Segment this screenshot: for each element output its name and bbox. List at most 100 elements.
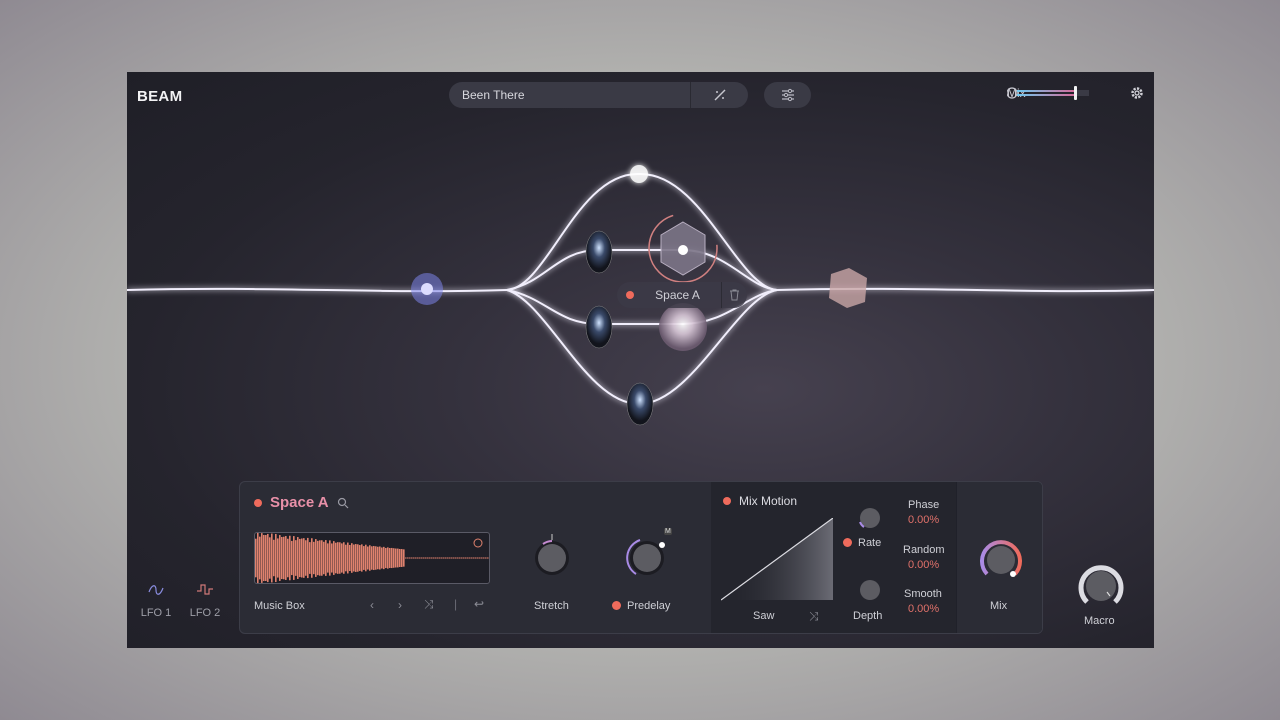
preset-name[interactable]: Been There <box>449 88 690 102</box>
saw-shape-display[interactable] <box>721 518 833 602</box>
lens-node-1[interactable] <box>585 230 613 274</box>
rate-label: Rate <box>858 537 882 549</box>
waveform-bar <box>435 557 437 559</box>
motion-mix-knob[interactable] <box>977 536 1025 584</box>
waveform-bar <box>267 533 269 583</box>
waveform-bar <box>377 546 379 570</box>
phase-value[interactable]: 0.00% <box>908 514 939 526</box>
waveform-bar <box>487 557 489 559</box>
predelay-sync-dot[interactable] <box>612 601 621 610</box>
lfo-1-label: LFO 1 <box>140 607 172 619</box>
modulation-badge[interactable]: M <box>664 528 672 535</box>
waveform-bar <box>481 557 483 559</box>
prev-sample-button[interactable]: ‹ <box>370 598 374 612</box>
shape-shuffle-icon[interactable]: ⤨ <box>809 609 819 624</box>
smooth-value[interactable]: 0.00% <box>908 603 939 615</box>
module-title: Space A <box>270 494 329 511</box>
module-panel: Space A Music Box ‹ › ⤨ | ↩ Stretch M Pr… <box>239 481 1043 634</box>
waveform-bar <box>329 540 331 576</box>
waveform-bar <box>275 533 277 583</box>
waveform-bar <box>265 535 267 581</box>
node-enabled-dot[interactable] <box>626 291 634 299</box>
rate-knob[interactable] <box>856 506 882 532</box>
waveform-bar <box>259 536 261 580</box>
input-particles-node[interactable] <box>411 273 443 305</box>
shape-label[interactable]: Saw <box>753 610 774 622</box>
sine-wave-icon <box>148 585 164 595</box>
waveform-bar <box>387 547 389 569</box>
waveform-bar <box>281 536 283 580</box>
waveform-bar <box>443 557 445 559</box>
random-value[interactable]: 0.00% <box>908 559 939 571</box>
waveform-bar <box>391 547 393 569</box>
waveform-bar <box>261 533 263 583</box>
waveform-bar <box>405 557 407 559</box>
global-mix: Mix <box>1007 86 1089 100</box>
waveform-bar <box>401 549 403 567</box>
next-sample-button[interactable]: › <box>398 598 402 612</box>
hexagon-space-a-node[interactable] <box>648 213 718 283</box>
depth-label: Depth <box>853 610 883 622</box>
lens-node-2[interactable] <box>585 305 613 349</box>
waveform-bar <box>441 557 443 559</box>
waveform-bar <box>341 543 343 573</box>
waveform-bar <box>389 548 391 568</box>
motion-enabled-dot[interactable] <box>723 497 731 505</box>
depth-knob[interactable] <box>858 578 882 602</box>
predelay-knob[interactable] <box>623 534 673 578</box>
undo-icon[interactable]: ↩ <box>474 597 484 611</box>
waveform-bar <box>437 557 439 559</box>
waveform-bar <box>381 547 383 569</box>
motion-mix-section: Mix <box>956 482 1042 633</box>
waveform-bar <box>343 542 345 574</box>
rate-sync-dot[interactable] <box>843 538 852 547</box>
app-logo: BEAM <box>137 88 183 105</box>
module-header: Space A <box>254 494 349 511</box>
lfo-1-button[interactable]: LFO 1 <box>136 582 176 619</box>
waveform-bar <box>447 557 449 559</box>
stretch-knob[interactable] <box>530 534 574 578</box>
waveform-bar <box>459 557 461 559</box>
settings-gear-icon[interactable] <box>1130 86 1144 100</box>
waveform-bar <box>455 557 457 559</box>
sphere-node[interactable] <box>659 303 707 351</box>
waveform-bar <box>457 557 459 559</box>
waveform-bar <box>335 542 337 574</box>
waveform-bar <box>337 542 339 574</box>
waveform-bar <box>429 557 431 559</box>
preset-selector[interactable]: Been There <box>449 82 748 108</box>
waveform-bar <box>365 544 367 572</box>
top-spark-node[interactable] <box>630 165 648 183</box>
waveform-bar <box>349 545 351 571</box>
lens-node-3[interactable] <box>626 382 654 426</box>
macro-knob[interactable] <box>1077 562 1125 610</box>
trash-icon[interactable] <box>721 282 747 308</box>
module-enabled-dot[interactable] <box>254 498 262 507</box>
waveform-bar <box>393 548 395 568</box>
waveform-bar <box>351 543 353 573</box>
motion-mix-label: Mix <box>990 600 1008 612</box>
waveform-bar <box>379 546 381 570</box>
waveform-bar <box>449 557 451 559</box>
waveform-bar <box>331 543 333 573</box>
shuffle-icon[interactable]: ⤨ <box>424 597 434 612</box>
output-crystal-node[interactable] <box>829 268 867 308</box>
lfo-2-button[interactable]: LFO 2 <box>185 582 225 619</box>
sliders-icon <box>781 88 794 102</box>
waveform-bar <box>417 557 419 559</box>
sliders-button[interactable] <box>764 82 811 108</box>
waveform-bar <box>483 557 485 559</box>
search-icon[interactable] <box>337 497 349 509</box>
waveform-bar <box>345 544 347 572</box>
waveform-bar <box>363 546 365 570</box>
waveform-bar <box>315 539 317 577</box>
mix-slider[interactable] <box>1007 86 1089 100</box>
waveform-bar <box>287 538 289 578</box>
selected-node-tag[interactable]: Space A <box>617 282 747 308</box>
waveform-bar <box>383 546 385 570</box>
magic-wand-icon[interactable] <box>690 82 748 108</box>
sample-waveform[interactable] <box>254 532 490 584</box>
stretch-label: Stretch <box>534 600 569 612</box>
waveform-bar <box>453 557 455 559</box>
waveform-bar <box>415 557 417 559</box>
